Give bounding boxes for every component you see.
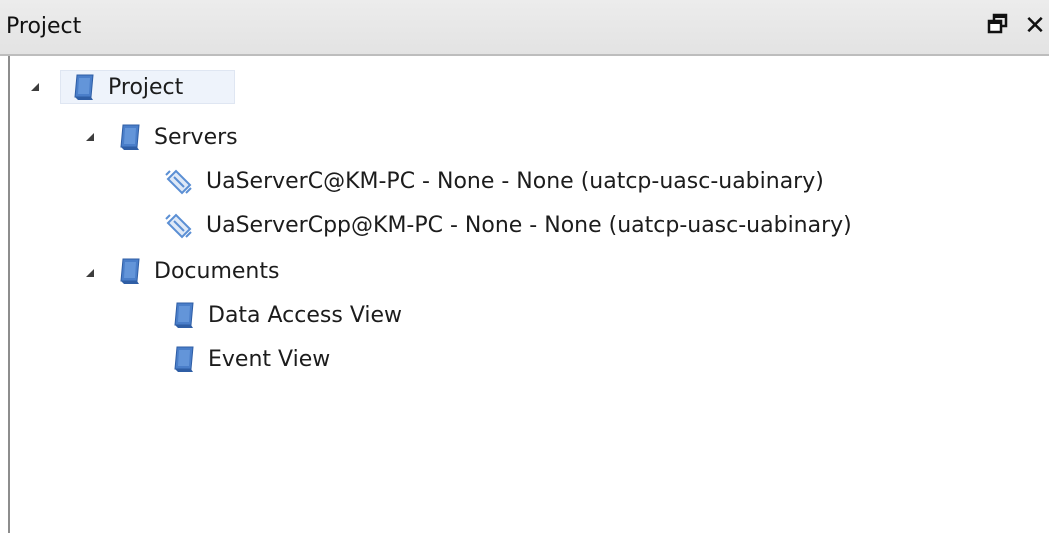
float-window-icon — [987, 13, 1009, 39]
close-icon: ✕ — [1024, 11, 1046, 41]
server-connection-icon — [164, 211, 194, 239]
expand-arrow-icon[interactable] — [86, 133, 94, 141]
tree-node-label: Event View — [208, 346, 331, 372]
tree-node-label: UaServerC@KM-PC - None - None (uatcp-uas… — [206, 168, 824, 194]
tree-node-label: Documents — [154, 258, 280, 284]
tree-node-server[interactable]: UaServerC@KM-PC - None - None (uatcp-uas… — [164, 163, 824, 199]
folder-icon — [118, 257, 142, 285]
server-connection-icon — [164, 167, 194, 195]
folder-icon — [72, 73, 96, 101]
tree-node-label: Data Access View — [208, 302, 403, 328]
float-window-button[interactable] — [985, 11, 1011, 41]
expand-arrow-icon[interactable] — [31, 83, 39, 91]
folder-icon — [118, 123, 142, 151]
tree-node-servers[interactable]: Servers — [118, 119, 238, 155]
tree-node-documents[interactable]: Documents — [118, 253, 279, 289]
folder-icon — [172, 345, 196, 373]
tree-node-label: Project — [108, 74, 184, 100]
panel-title: Project — [6, 14, 82, 39]
folder-icon — [172, 301, 196, 329]
close-panel-button[interactable]: ✕ — [1022, 11, 1048, 41]
tree-node-server[interactable]: UaServerCpp@KM-PC - None - None (uatcp-u… — [164, 207, 852, 243]
tree-node-document[interactable]: Data Access View — [172, 297, 402, 333]
panel-titlebar: Project ✕ — [0, 0, 1049, 56]
tree-node-label: UaServerCpp@KM-PC - None - None (uatcp-u… — [206, 212, 852, 238]
project-tree: Project Servers UaServerC@KM-PC - None -… — [0, 56, 1049, 533]
expand-arrow-icon[interactable] — [86, 269, 94, 277]
tree-node-label: Servers — [154, 124, 238, 150]
tree-node-project[interactable]: Project — [72, 69, 183, 105]
tree-node-document[interactable]: Event View — [172, 341, 330, 377]
